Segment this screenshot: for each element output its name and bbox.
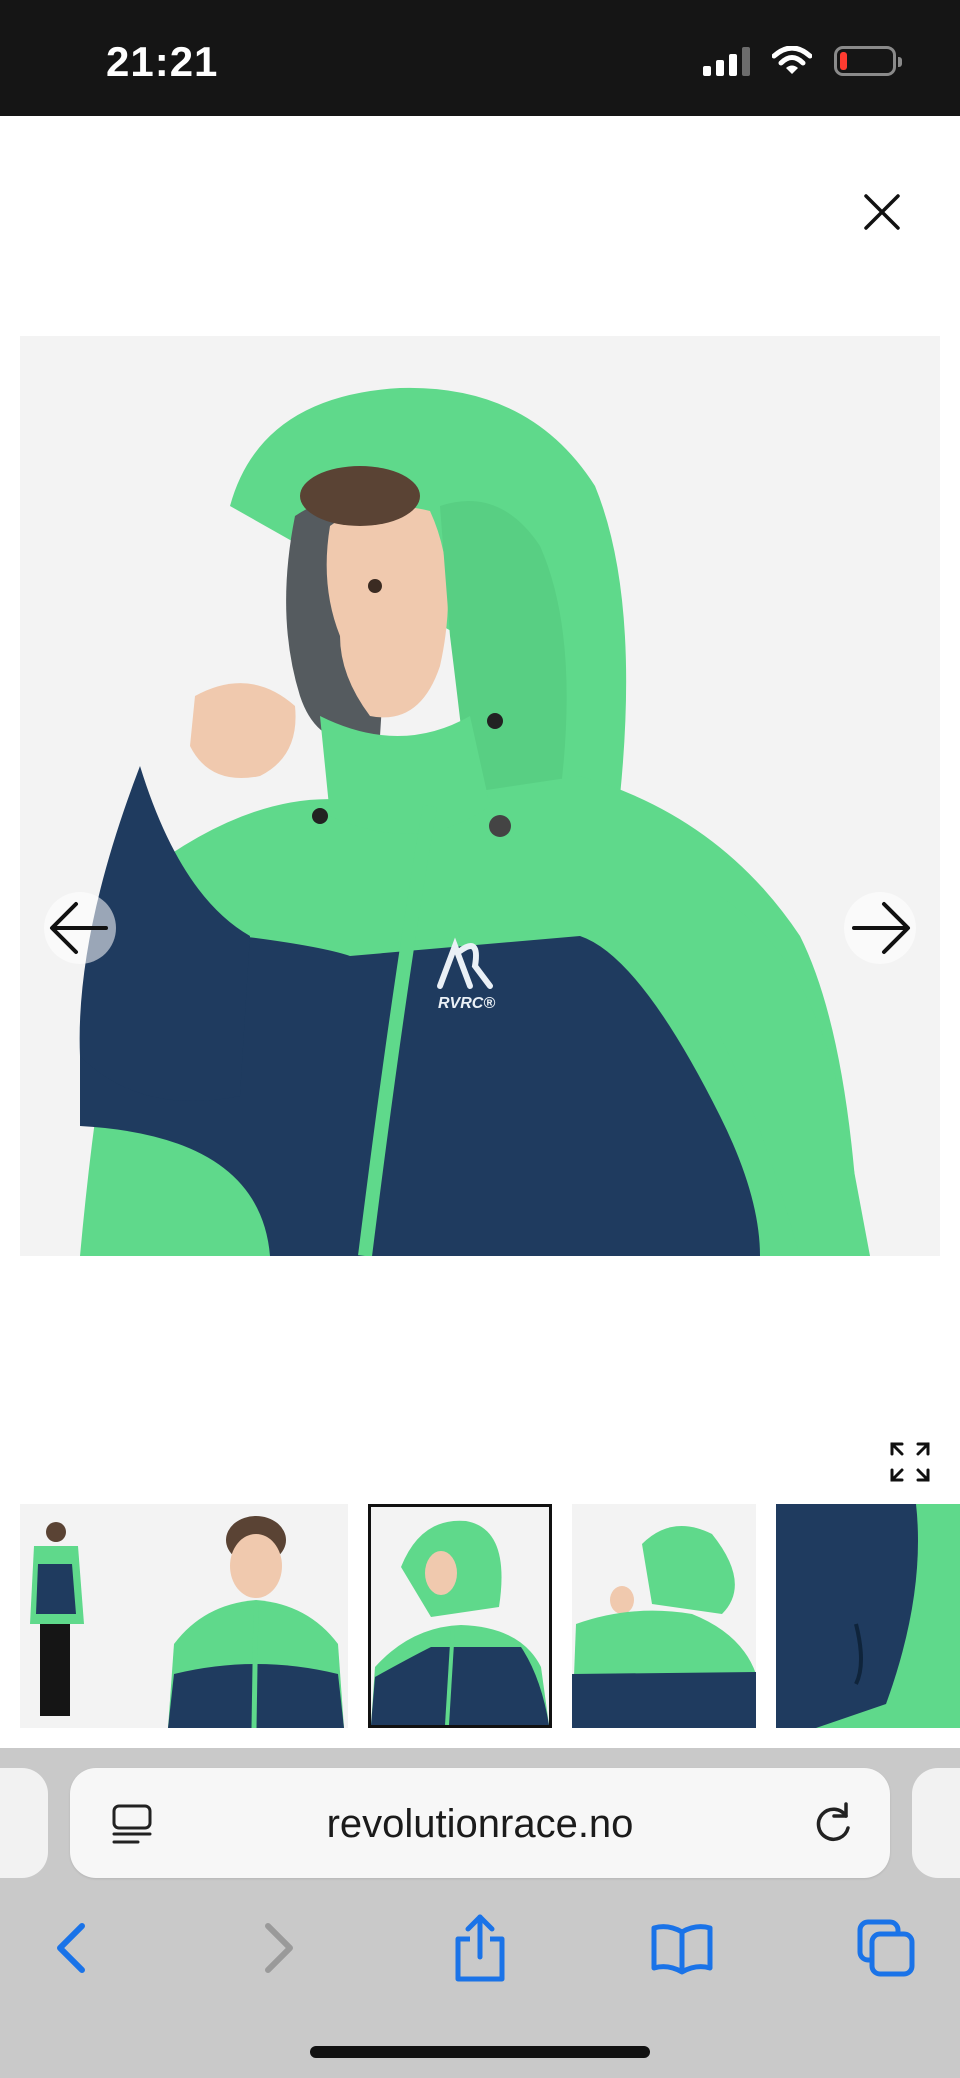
thumbnail-strip[interactable]: [0, 1504, 960, 1730]
back-button[interactable]: [32, 1908, 112, 1988]
fullscreen-button[interactable]: [888, 1440, 932, 1484]
status-bar: 21:21: [0, 0, 960, 116]
jacket-hood-photo: RVRC®: [20, 336, 940, 1256]
forward-icon: [265, 1923, 293, 1973]
address-bar[interactable]: revolutionrace.no: [70, 1768, 890, 1878]
tabs-icon: [857, 1919, 915, 1977]
share-icon: [455, 1914, 505, 1982]
browser-toolbar: [0, 1908, 960, 2008]
brand-logo-text: RVRC®: [438, 995, 495, 1012]
bookmarks-button[interactable]: [642, 1908, 722, 1988]
arrow-left-icon: [50, 902, 108, 954]
home-indicator[interactable]: [310, 2046, 650, 2058]
cellular-signal-icon: [703, 46, 750, 76]
thumbnail-hood-side[interactable]: [368, 1504, 552, 1728]
status-icons: [703, 46, 902, 76]
reload-icon[interactable]: [810, 1800, 856, 1846]
close-icon: [864, 194, 900, 230]
previous-tab-card[interactable]: [0, 1768, 48, 1878]
thumbnail-front[interactable]: [164, 1504, 348, 1728]
status-time: 21:21: [106, 38, 219, 85]
wifi-icon: [772, 46, 812, 74]
thumbnail-pocket-detail[interactable]: [776, 1504, 960, 1728]
thumbnail-hood-back[interactable]: [572, 1504, 756, 1728]
share-button[interactable]: [440, 1908, 520, 1988]
arrow-right-icon: [852, 902, 910, 954]
next-tab-card[interactable]: [912, 1768, 960, 1878]
next-image-button[interactable]: [844, 892, 916, 964]
tabs-button[interactable]: [846, 1908, 926, 1988]
previous-image-button[interactable]: [44, 892, 116, 964]
forward-button[interactable]: [238, 1908, 318, 1988]
bookmarks-icon: [651, 1924, 713, 1975]
battery-low-icon: [834, 46, 902, 76]
browser-chrome: revolutionrace.no: [0, 1748, 960, 2078]
url-text: revolutionrace.no: [326, 1802, 634, 1846]
expand-icon: [890, 1442, 930, 1482]
product-main-image[interactable]: RVRC®: [20, 336, 940, 1256]
close-button[interactable]: [858, 188, 906, 236]
back-icon: [57, 1923, 85, 1973]
